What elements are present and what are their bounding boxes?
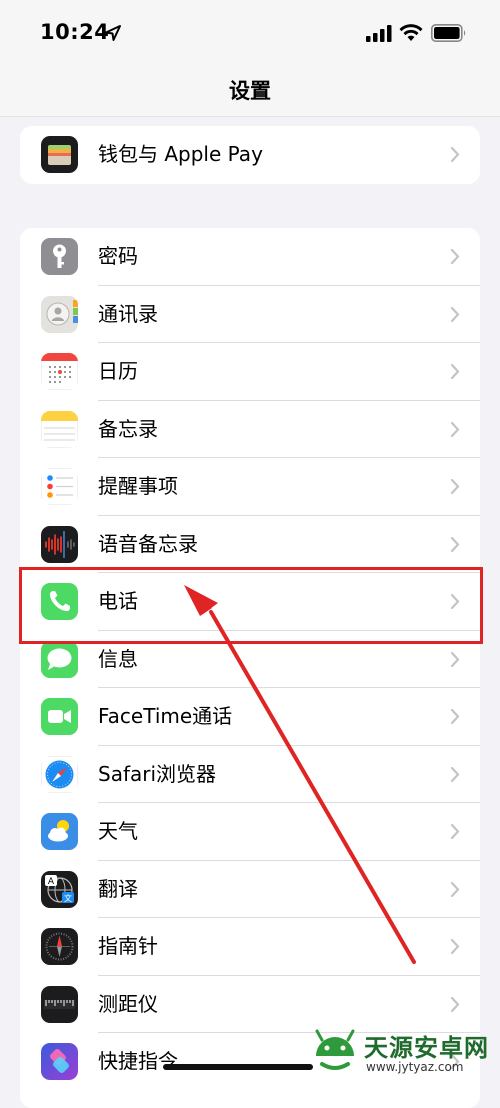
settings-row-wallet[interactable]: 钱包与 Apple Pay — [20, 126, 480, 184]
safari-icon — [41, 755, 78, 793]
battery-icon — [431, 24, 466, 42]
settings-row-safari[interactable]: Safari浏览器 — [20, 746, 480, 803]
chevron-right-icon — [450, 363, 460, 380]
location-arrow-icon — [105, 25, 121, 41]
settings-group-wallet: 钱包与 Apple Pay — [20, 126, 480, 184]
settings-row-voice-memos[interactable]: 语音备忘录 — [20, 516, 480, 573]
settings-group-apps: 密码 通讯录 日历 备忘录 提醒事项 语音备忘录 电话 信息 FaceTime通… — [20, 228, 480, 1108]
annotation-highlight-box — [19, 567, 483, 644]
shortcuts-icon — [41, 1043, 78, 1080]
contacts-icon — [41, 295, 78, 333]
svg-text:文: 文 — [64, 893, 72, 903]
chevron-right-icon — [450, 823, 460, 840]
status-time: 10:24 — [40, 20, 110, 44]
chevron-right-icon — [450, 938, 460, 955]
chevron-right-icon — [450, 306, 460, 322]
wifi-icon — [399, 24, 423, 41]
settings-row-label: 备忘录 — [98, 416, 158, 441]
messages-icon — [41, 640, 78, 678]
settings-row-notes[interactable]: 备忘录 — [20, 401, 480, 458]
settings-row-label: 日历 — [98, 359, 138, 383]
watermark: 天源安卓网 www.jytyaz.com — [306, 1024, 496, 1080]
settings-row-label: Safari浏览器 — [98, 761, 217, 786]
chevron-right-icon — [450, 651, 460, 667]
settings-row-label: 钱包与 Apple Pay — [98, 142, 263, 166]
chevron-right-icon — [450, 996, 460, 1012]
settings-row-translate[interactable]: A 文 翻译 — [20, 861, 480, 918]
settings-row-compass[interactable]: 指南针 — [20, 918, 480, 976]
settings-row-contacts[interactable]: 通讯录 — [20, 286, 480, 343]
weather-icon — [41, 813, 78, 850]
settings-row-weather[interactable]: 天气 — [20, 803, 480, 861]
notes-icon — [41, 410, 78, 448]
top-bar: 10:24 设置 — [0, 0, 500, 117]
key-icon — [41, 238, 78, 275]
chevron-right-icon — [450, 478, 460, 495]
facetime-icon — [41, 698, 78, 735]
home-indicator[interactable] — [163, 1064, 313, 1070]
reminders-icon — [41, 468, 78, 505]
cellular-signal-icon — [366, 25, 392, 42]
chevron-right-icon — [450, 881, 460, 897]
chevron-right-icon — [450, 248, 460, 265]
svg-text:A: A — [48, 877, 55, 887]
settings-row-label: 密码 — [98, 244, 138, 268]
android-logo-icon — [315, 1029, 355, 1070]
compass-icon — [41, 928, 78, 965]
chevron-right-icon — [450, 421, 460, 437]
wallet-icon — [41, 136, 78, 173]
settings-row-label: 测距仪 — [98, 991, 158, 1016]
chevron-right-icon — [450, 146, 460, 163]
page-title: 设置 — [229, 79, 271, 103]
settings-row-label: 翻译 — [98, 876, 138, 901]
chevron-right-icon — [450, 766, 460, 782]
voice-memos-icon — [41, 525, 78, 563]
chevron-right-icon — [450, 708, 460, 725]
translate-icon: A 文 — [41, 870, 78, 908]
settings-row-label: 指南针 — [98, 934, 158, 958]
calendar-icon — [41, 353, 78, 390]
settings-row-label: 天气 — [98, 819, 138, 843]
watermark-title: 天源安卓网 — [364, 1034, 489, 1062]
settings-row-calendar[interactable]: 日历 — [20, 343, 480, 401]
watermark-url: www.jytyaz.com — [366, 1060, 464, 1074]
settings-row-label: 语音备忘录 — [98, 531, 198, 556]
measure-icon — [41, 985, 78, 1023]
settings-row-label: FaceTime通话 — [98, 704, 233, 728]
settings-row-reminders[interactable]: 提醒事项 — [20, 458, 480, 516]
settings-row-facetime[interactable]: FaceTime通话 — [20, 688, 480, 746]
settings-row-passwords[interactable]: 密码 — [20, 228, 480, 286]
settings-row-label: 通讯录 — [98, 301, 158, 326]
settings-row-label: 提醒事项 — [98, 474, 178, 498]
chevron-right-icon — [450, 536, 460, 552]
